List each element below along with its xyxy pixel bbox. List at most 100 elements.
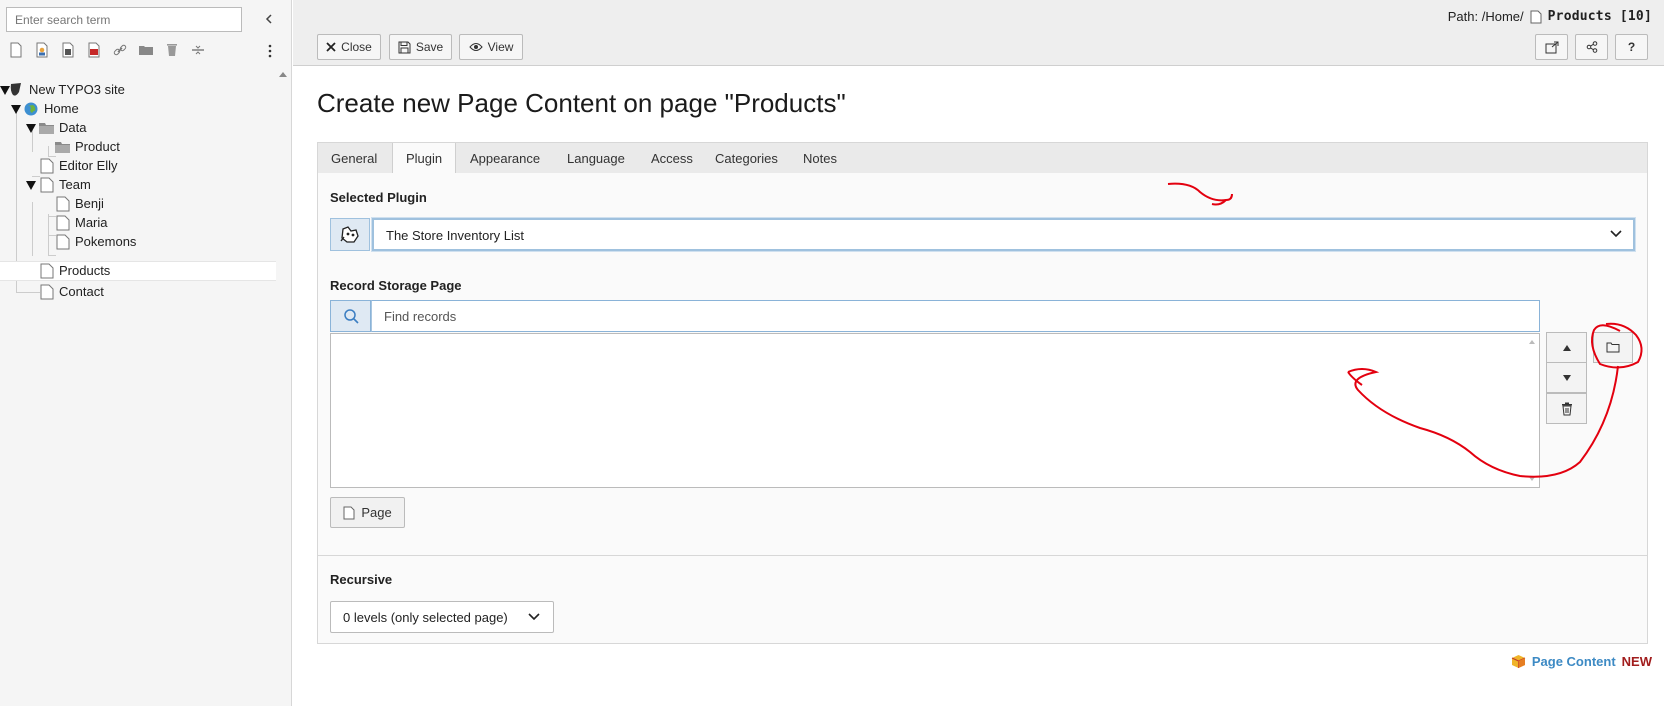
save-label: Save xyxy=(415,40,444,54)
tree-scroll-up-icon[interactable] xyxy=(279,72,287,77)
breadcrumb: Path: /Home/ Products [10] xyxy=(1448,9,1652,24)
save-icon xyxy=(398,41,411,53)
tree-node-label: Data xyxy=(59,120,87,135)
content-element-icon xyxy=(1511,655,1526,668)
tree-node-pokemons[interactable]: Pokemons xyxy=(0,232,276,252)
path-current: Products [10] xyxy=(1547,9,1652,24)
tree-node-label: Products xyxy=(59,263,111,278)
open-new-window-button[interactable] xyxy=(1535,34,1568,60)
page-cut-icon[interactable] xyxy=(86,42,102,58)
more-options-icon[interactable] xyxy=(268,44,272,58)
folder-icon[interactable] xyxy=(138,42,154,58)
page-copy-icon[interactable] xyxy=(60,42,76,58)
collapse-tree-icon[interactable] xyxy=(262,12,276,26)
page-tree-panel: New TYPO3 site Home Data Product Editor … xyxy=(0,0,292,706)
tree-node-benji[interactable]: Benji xyxy=(0,194,276,214)
tree-node-editor-elly[interactable]: Editor Elly xyxy=(0,156,276,176)
record-type: Page Content xyxy=(1531,654,1616,669)
tree-node-label: Team xyxy=(59,177,91,192)
close-icon xyxy=(326,42,336,52)
path-prefix: Path: /Home/ xyxy=(1447,9,1524,24)
tab-categories[interactable]: Categories xyxy=(702,143,791,174)
recursive-label: Recursive xyxy=(330,572,393,587)
page-button-label: Page xyxy=(361,505,392,520)
plugin-select-value: The Store Inventory List xyxy=(386,228,525,243)
tab-notes[interactable]: Notes xyxy=(790,143,850,174)
move-up-button[interactable] xyxy=(1546,332,1587,363)
tab-appearance[interactable]: Appearance xyxy=(457,143,553,174)
page-button[interactable]: Page xyxy=(330,497,405,528)
folder-open-icon xyxy=(1606,342,1620,353)
open-new-window-icon xyxy=(1545,41,1558,53)
delete-record-button[interactable] xyxy=(1546,393,1587,424)
typo3-logo-icon xyxy=(10,83,21,96)
tree-node-label: Maria xyxy=(75,215,108,230)
arrow-down-icon xyxy=(1562,374,1571,381)
tree-node-label: New TYPO3 site xyxy=(29,82,125,97)
page-icon xyxy=(56,196,70,212)
page-icon xyxy=(40,284,54,300)
browse-pages-button[interactable] xyxy=(1593,332,1633,363)
view-label: View xyxy=(487,40,514,54)
new-page-user-icon[interactable] xyxy=(34,42,50,58)
page-title: Create new Page Content on page "Product… xyxy=(317,88,846,118)
new-page-icon[interactable] xyxy=(8,42,24,58)
divider-icon[interactable] xyxy=(190,42,206,58)
trash-icon[interactable] xyxy=(164,42,180,58)
find-records-input[interactable] xyxy=(371,300,1540,332)
tree-node-label: Editor Elly xyxy=(59,158,118,173)
close-button[interactable]: Close xyxy=(317,34,381,60)
folder-icon xyxy=(55,142,70,153)
plugin-select[interactable]: The Store Inventory List xyxy=(372,218,1635,251)
share-icon xyxy=(1586,41,1597,53)
record-status: NEW xyxy=(1621,654,1652,669)
page-icon xyxy=(56,215,70,231)
move-down-button[interactable] xyxy=(1546,362,1587,393)
page-icon xyxy=(1530,10,1542,23)
folder-icon xyxy=(39,123,54,134)
tree-node-team[interactable]: Team xyxy=(0,175,276,195)
help-button[interactable]: ? xyxy=(1615,34,1648,60)
tab-plugin[interactable]: Plugin xyxy=(392,143,457,175)
share-button[interactable] xyxy=(1575,34,1608,60)
list-scroll-up-icon[interactable] xyxy=(1529,340,1535,344)
save-button[interactable]: Save xyxy=(389,34,452,60)
globe-icon xyxy=(24,102,38,116)
tree-node-label: Benji xyxy=(75,196,104,211)
tree-node-label: Pokemons xyxy=(75,234,137,249)
recursive-select[interactable]: 0 levels (only selected page) xyxy=(330,601,554,633)
chevron-down-icon xyxy=(528,613,540,621)
tab-access[interactable]: Access xyxy=(638,143,706,174)
view-button[interactable]: View xyxy=(459,34,523,60)
tree-node-products[interactable]: Products xyxy=(0,261,276,281)
plugin-icon xyxy=(330,218,370,251)
tab-general[interactable]: General xyxy=(318,143,390,174)
tree-node-label: Product xyxy=(75,139,120,154)
trash-icon xyxy=(1561,402,1572,415)
tree-node-maria[interactable]: Maria xyxy=(0,213,276,233)
tree-node-root[interactable]: New TYPO3 site xyxy=(0,80,276,100)
record-storage-list[interactable] xyxy=(330,333,1540,488)
tree-node-label: Contact xyxy=(59,284,104,299)
search-icon xyxy=(343,309,359,324)
doc-header: Path: /Home/ Products [10] Close Save Vi… xyxy=(293,0,1664,66)
page-icon xyxy=(56,234,70,250)
link-icon[interactable] xyxy=(112,42,128,58)
tree-node-label: Home xyxy=(44,101,79,116)
tree-search-input[interactable] xyxy=(6,7,242,32)
tab-language[interactable]: Language xyxy=(554,143,638,174)
record-info: Page Content NEW xyxy=(1511,654,1652,669)
page-icon xyxy=(40,177,54,193)
list-scroll-down-icon[interactable] xyxy=(1529,477,1535,481)
find-records-search-button[interactable] xyxy=(330,300,371,332)
help-icon: ? xyxy=(1627,40,1636,54)
tree-node-product[interactable]: Product xyxy=(0,137,276,157)
tree-node-data[interactable]: Data xyxy=(0,118,276,138)
tree-node-home[interactable]: Home xyxy=(0,99,276,119)
chevron-down-icon xyxy=(1610,230,1622,238)
page-icon xyxy=(343,506,355,519)
close-label: Close xyxy=(341,40,372,54)
page-icon xyxy=(40,263,54,279)
extension-plugin-icon xyxy=(340,225,359,243)
tree-node-contact[interactable]: Contact xyxy=(0,282,276,302)
